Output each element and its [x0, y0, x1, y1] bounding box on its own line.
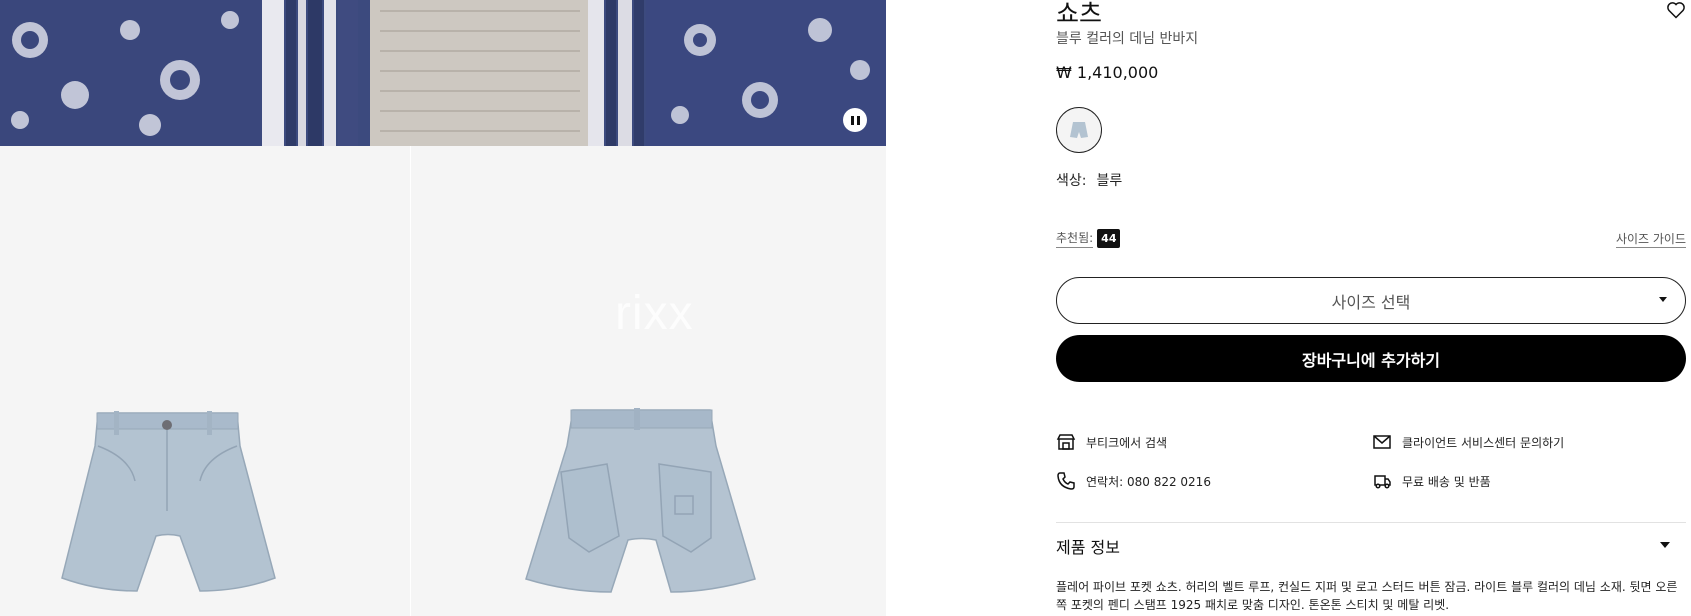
chevron-down-icon[interactable] — [1660, 542, 1670, 548]
recommended-size-badge: 44 — [1097, 229, 1121, 248]
color-swatch[interactable] — [1056, 107, 1102, 153]
hero-image — [0, 0, 886, 146]
heart-icon[interactable] — [1666, 0, 1686, 20]
watermark: rixx — [615, 287, 694, 340]
client-service-link[interactable]: 클라이언트 서비스센터 문의하기 — [1372, 432, 1564, 452]
add-to-cart-button[interactable]: 장바구니에 추가하기 — [1056, 335, 1686, 382]
product-price: ₩ 1,410,000 — [1056, 63, 1159, 82]
client-service-label: 클라이언트 서비스센터 문의하기 — [1402, 435, 1565, 450]
product-image-front[interactable] — [0, 146, 410, 616]
product-image-back[interactable] — [411, 146, 886, 616]
product-info-heading[interactable]: 제품 정보 — [1056, 534, 1120, 558]
divider — [1056, 522, 1686, 523]
product-description: 플레어 파이브 포켓 쇼츠. 허리의 벨트 루프, 컨실드 지퍼 및 로고 스터… — [1056, 580, 1678, 612]
boutique-search-label: 부티크에서 검색 — [1086, 435, 1168, 450]
chevron-down-icon — [1659, 297, 1667, 302]
phone-contact-link[interactable]: 연락처: 080 822 0216 — [1056, 471, 1211, 491]
store-icon — [1056, 434, 1076, 450]
delivery-truck-icon — [1374, 475, 1391, 489]
phone-icon — [1057, 472, 1075, 490]
product-title: 쇼츠 — [1056, 0, 1103, 28]
shipping-returns-label: 무료 배송 및 반품 — [1402, 474, 1491, 489]
size-guide-link[interactable]: 사이즈 가이드 — [1615, 230, 1686, 248]
size-select-label: 사이즈 선택 — [1331, 292, 1411, 312]
recommended-label: 추천됨: — [1056, 229, 1094, 248]
shorts-thumbnail-icon — [1070, 122, 1088, 138]
product-page: rixx 쇼츠 블루 컬러의 데님 반바지 ₩ 1,410,000 색상: 블루 … — [0, 0, 1691, 616]
color-info: 색상: 블루 — [1056, 170, 1122, 190]
pause-icon — [850, 115, 854, 125]
size-select-dropdown[interactable]: 사이즈 선택 — [1056, 277, 1686, 324]
phone-contact-label: 연락처: 080 822 0216 — [1086, 474, 1211, 489]
product-panel: 쇼츠 블루 컬러의 데님 반바지 ₩ 1,410,000 색상: 블루 추천됨: … — [1056, 0, 1686, 616]
shipping-returns-link[interactable]: 무료 배송 및 반품 — [1372, 471, 1491, 491]
color-label: 색상: — [1056, 173, 1087, 189]
mail-icon — [1373, 435, 1391, 449]
recommended-size: 추천됨: 44 — [1056, 229, 1121, 248]
product-subtitle: 블루 컬러의 데님 반바지 — [1056, 31, 1199, 47]
pause-button[interactable] — [843, 108, 867, 132]
boutique-search-link[interactable]: 부티크에서 검색 — [1056, 432, 1167, 452]
color-value: 블루 — [1096, 173, 1123, 189]
